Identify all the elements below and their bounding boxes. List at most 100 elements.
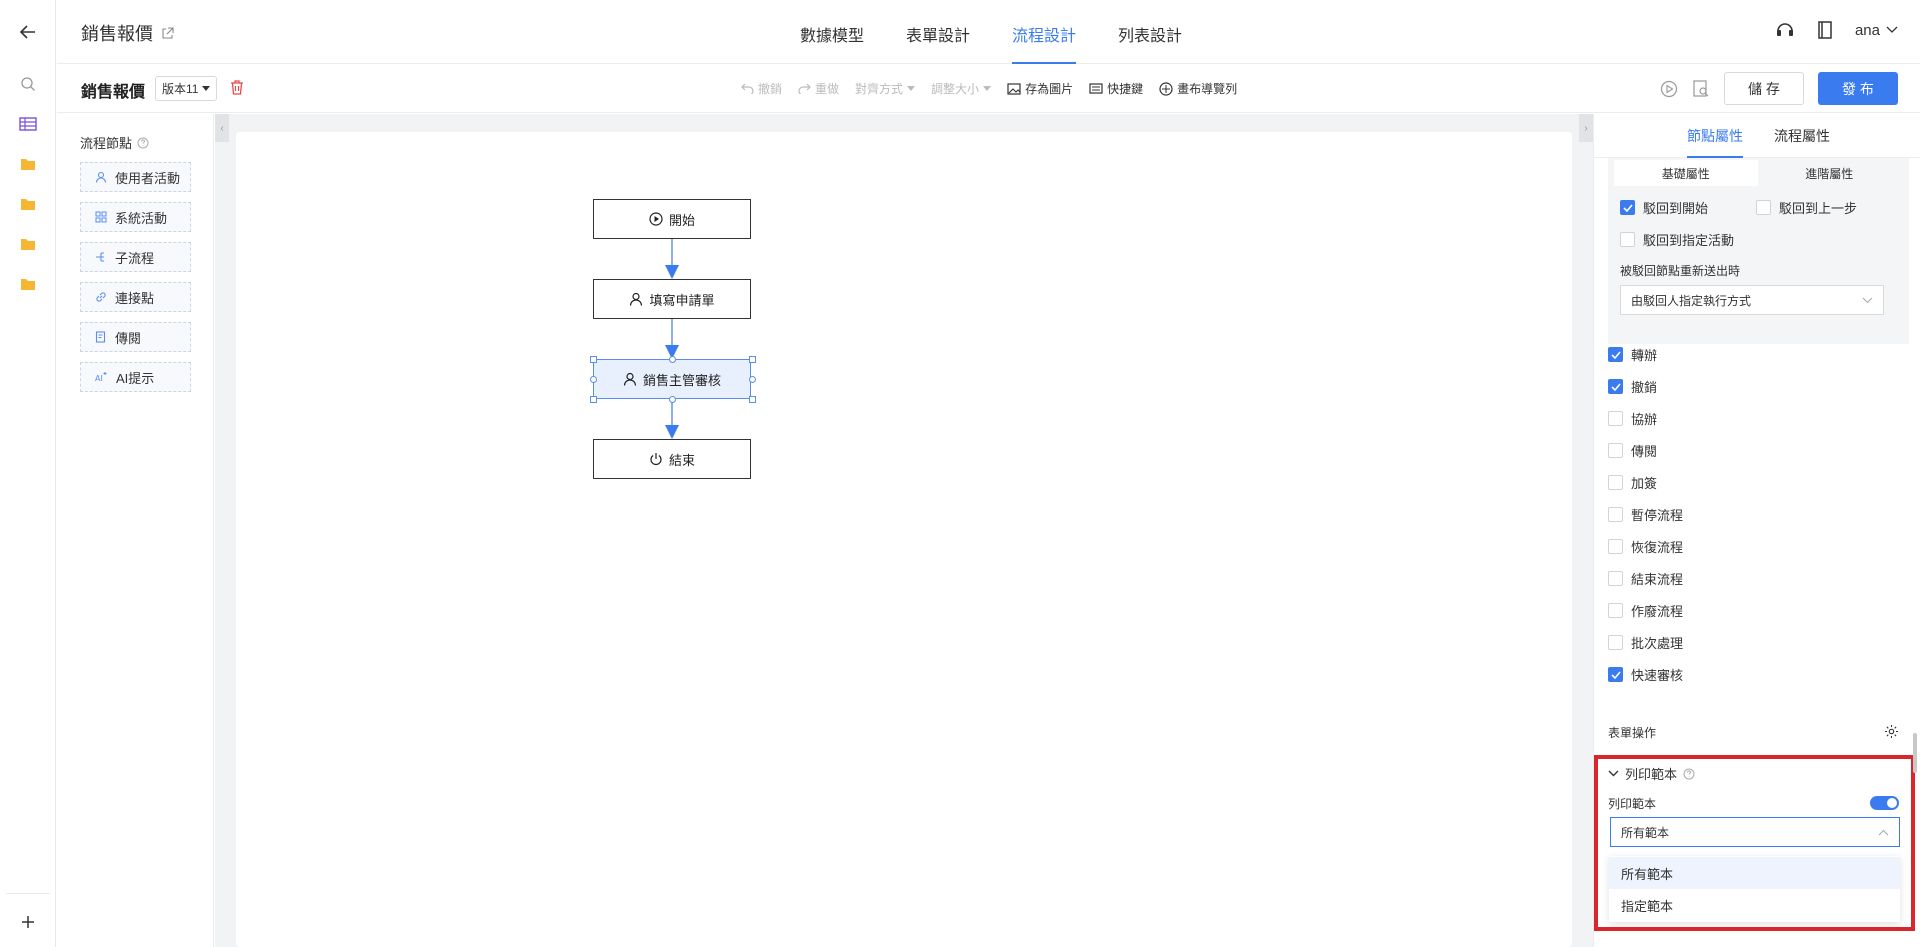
op-revoke-checkbox[interactable]: 撤銷 [1608, 377, 1657, 396]
connection-port[interactable] [749, 376, 756, 383]
collapse-right-handle[interactable]: › [1579, 114, 1593, 142]
checkbox-unchecked[interactable] [1608, 443, 1623, 458]
checkbox-label: 作廢流程 [1631, 604, 1684, 619]
connection-port[interactable] [669, 356, 676, 363]
run-icon[interactable] [1660, 80, 1678, 98]
palette-item-connector[interactable]: 連接點 [80, 282, 191, 312]
checkbox-unchecked[interactable] [1608, 475, 1623, 490]
align-dropdown[interactable]: 對齊方式 [855, 80, 916, 97]
checkbox-unchecked[interactable] [1756, 200, 1771, 215]
check-icon [1622, 203, 1633, 212]
panel-scrollbar[interactable] [1913, 733, 1917, 773]
node-palette: 流程節點 使用者活動 系統活動 子流程 連接點 傳閱 AI AI提示 [57, 114, 214, 947]
flow-node-sales-manager-review[interactable]: 銷售主管審核 [593, 359, 751, 399]
op-add-sign-checkbox[interactable]: 加簽 [1608, 473, 1657, 492]
document-edit-icon [95, 331, 106, 343]
checkbox-unchecked[interactable] [1608, 571, 1623, 586]
flow-node-end[interactable]: 結束 [593, 439, 751, 479]
resubmit-select[interactable]: 由駁回人指定執行方式 [1620, 285, 1884, 315]
redo-icon [798, 83, 811, 94]
gear-icon[interactable] [1884, 724, 1899, 739]
op-quick-review-checkbox[interactable]: 快速審核 [1608, 665, 1683, 684]
plus-icon[interactable] [16, 910, 40, 934]
external-link-icon[interactable] [161, 26, 174, 40]
folder-icon[interactable] [16, 152, 40, 176]
subtab-basic[interactable]: 基礎屬性 [1614, 160, 1758, 186]
checkbox-unchecked[interactable] [1608, 539, 1623, 554]
table-icon[interactable] [16, 112, 40, 136]
collapse-left-handle[interactable]: ‹ [215, 114, 229, 142]
headset-icon[interactable] [1775, 20, 1795, 40]
checkbox-unchecked[interactable] [1608, 411, 1623, 426]
checkbox-unchecked[interactable] [1620, 232, 1635, 247]
checkbox-label: 加簽 [1631, 476, 1658, 491]
checkbox-checked[interactable] [1608, 667, 1623, 682]
palette-item-circulate[interactable]: 傳閱 [80, 322, 191, 352]
resize-handle[interactable] [590, 396, 597, 403]
help-icon[interactable] [137, 137, 149, 149]
preview-icon[interactable] [1692, 79, 1710, 98]
resize-handle[interactable] [590, 356, 597, 363]
app-title: 銷售報價 [81, 20, 174, 46]
reject-to-start-checkbox[interactable]: 駁回到開始 [1620, 198, 1708, 217]
resize-handle[interactable] [749, 396, 756, 403]
palette-item-system-activity[interactable]: 系統活動 [80, 202, 191, 232]
op-transfer-checkbox[interactable]: 轉辦 [1608, 345, 1657, 364]
redo-button[interactable]: 重做 [798, 80, 839, 97]
subtab-advanced[interactable]: 進階屬性 [1758, 160, 1902, 186]
publish-button[interactable]: 發 布 [1818, 72, 1898, 105]
op-end-process-checkbox[interactable]: 結束流程 [1608, 569, 1683, 588]
compass-icon [1159, 81, 1173, 96]
folder-icon[interactable] [16, 272, 40, 296]
trash-icon[interactable] [230, 80, 244, 98]
user-icon [95, 171, 107, 183]
op-void-checkbox[interactable]: 作廢流程 [1608, 601, 1683, 620]
editor-toolbar: 銷售報價 版本11 撤銷 重做 對齊方式 調整大小 存為圖片 快捷鍵 畫布導覽列… [57, 64, 1920, 113]
palette-item-ai-prompt[interactable]: AI AI提示 [80, 362, 191, 392]
back-arrow-icon[interactable] [16, 20, 40, 44]
tab-node-properties[interactable]: 節點屬性 [1687, 126, 1743, 158]
folder-icon[interactable] [16, 232, 40, 256]
canvas-nav-button[interactable]: 畫布導覽列 [1159, 80, 1237, 97]
flow-node-fill-application[interactable]: 填寫申請單 [593, 279, 751, 319]
connection-port[interactable] [590, 376, 597, 383]
palette-item-label: 連接點 [115, 290, 155, 306]
checkbox-unchecked[interactable] [1608, 635, 1623, 650]
tab-list-design[interactable]: 列表設計 [1118, 0, 1182, 64]
palette-title-text: 流程節點 [80, 136, 133, 151]
tab-process-properties[interactable]: 流程屬性 [1774, 126, 1830, 146]
tab-form-design[interactable]: 表單設計 [906, 0, 970, 64]
flow-node-start[interactable]: 開始 [593, 199, 751, 239]
op-pause-checkbox[interactable]: 暫停流程 [1608, 505, 1683, 524]
save-button[interactable]: 儲 存 [1724, 72, 1804, 105]
resize-handle[interactable] [749, 356, 756, 363]
op-resume-checkbox[interactable]: 恢復流程 [1608, 537, 1683, 556]
checkbox-checked[interactable] [1608, 379, 1623, 394]
tab-data-model[interactable]: 數據模型 [800, 0, 864, 64]
checkbox-unchecked[interactable] [1608, 507, 1623, 522]
op-circulate-checkbox[interactable]: 傳閱 [1608, 441, 1657, 460]
user-menu[interactable]: ana [1855, 22, 1898, 39]
reject-to-activity-checkbox[interactable]: 駁回到指定活動 [1620, 230, 1734, 249]
checkbox-checked[interactable] [1608, 347, 1623, 362]
flow-canvas[interactable]: 開始 填寫申請單 銷售主管審核 結束 [236, 132, 1572, 947]
op-batch-checkbox[interactable]: 批次處理 [1608, 633, 1683, 652]
op-assist-checkbox[interactable]: 協辦 [1608, 409, 1657, 428]
resubmit-value: 由駁回人指定執行方式 [1631, 293, 1752, 308]
folder-icon[interactable] [16, 192, 40, 216]
checkbox-unchecked[interactable] [1608, 603, 1623, 618]
checkbox-checked[interactable] [1620, 200, 1635, 215]
resize-dropdown[interactable]: 調整大小 [931, 80, 992, 97]
save-image-button[interactable]: 存為圖片 [1007, 80, 1073, 97]
connection-port[interactable] [669, 396, 676, 403]
book-icon[interactable] [1817, 21, 1833, 39]
tab-flow-design[interactable]: 流程設計 [1012, 0, 1077, 64]
undo-icon [741, 83, 754, 94]
reject-to-previous-checkbox[interactable]: 駁回到上一步 [1756, 198, 1857, 217]
palette-item-subprocess[interactable]: 子流程 [80, 242, 191, 272]
palette-item-user-activity[interactable]: 使用者活動 [80, 162, 191, 192]
search-icon[interactable] [16, 72, 40, 96]
undo-button[interactable]: 撤銷 [741, 80, 782, 97]
shortcuts-button[interactable]: 快捷鍵 [1089, 80, 1143, 97]
version-select[interactable]: 版本11 [155, 76, 218, 101]
